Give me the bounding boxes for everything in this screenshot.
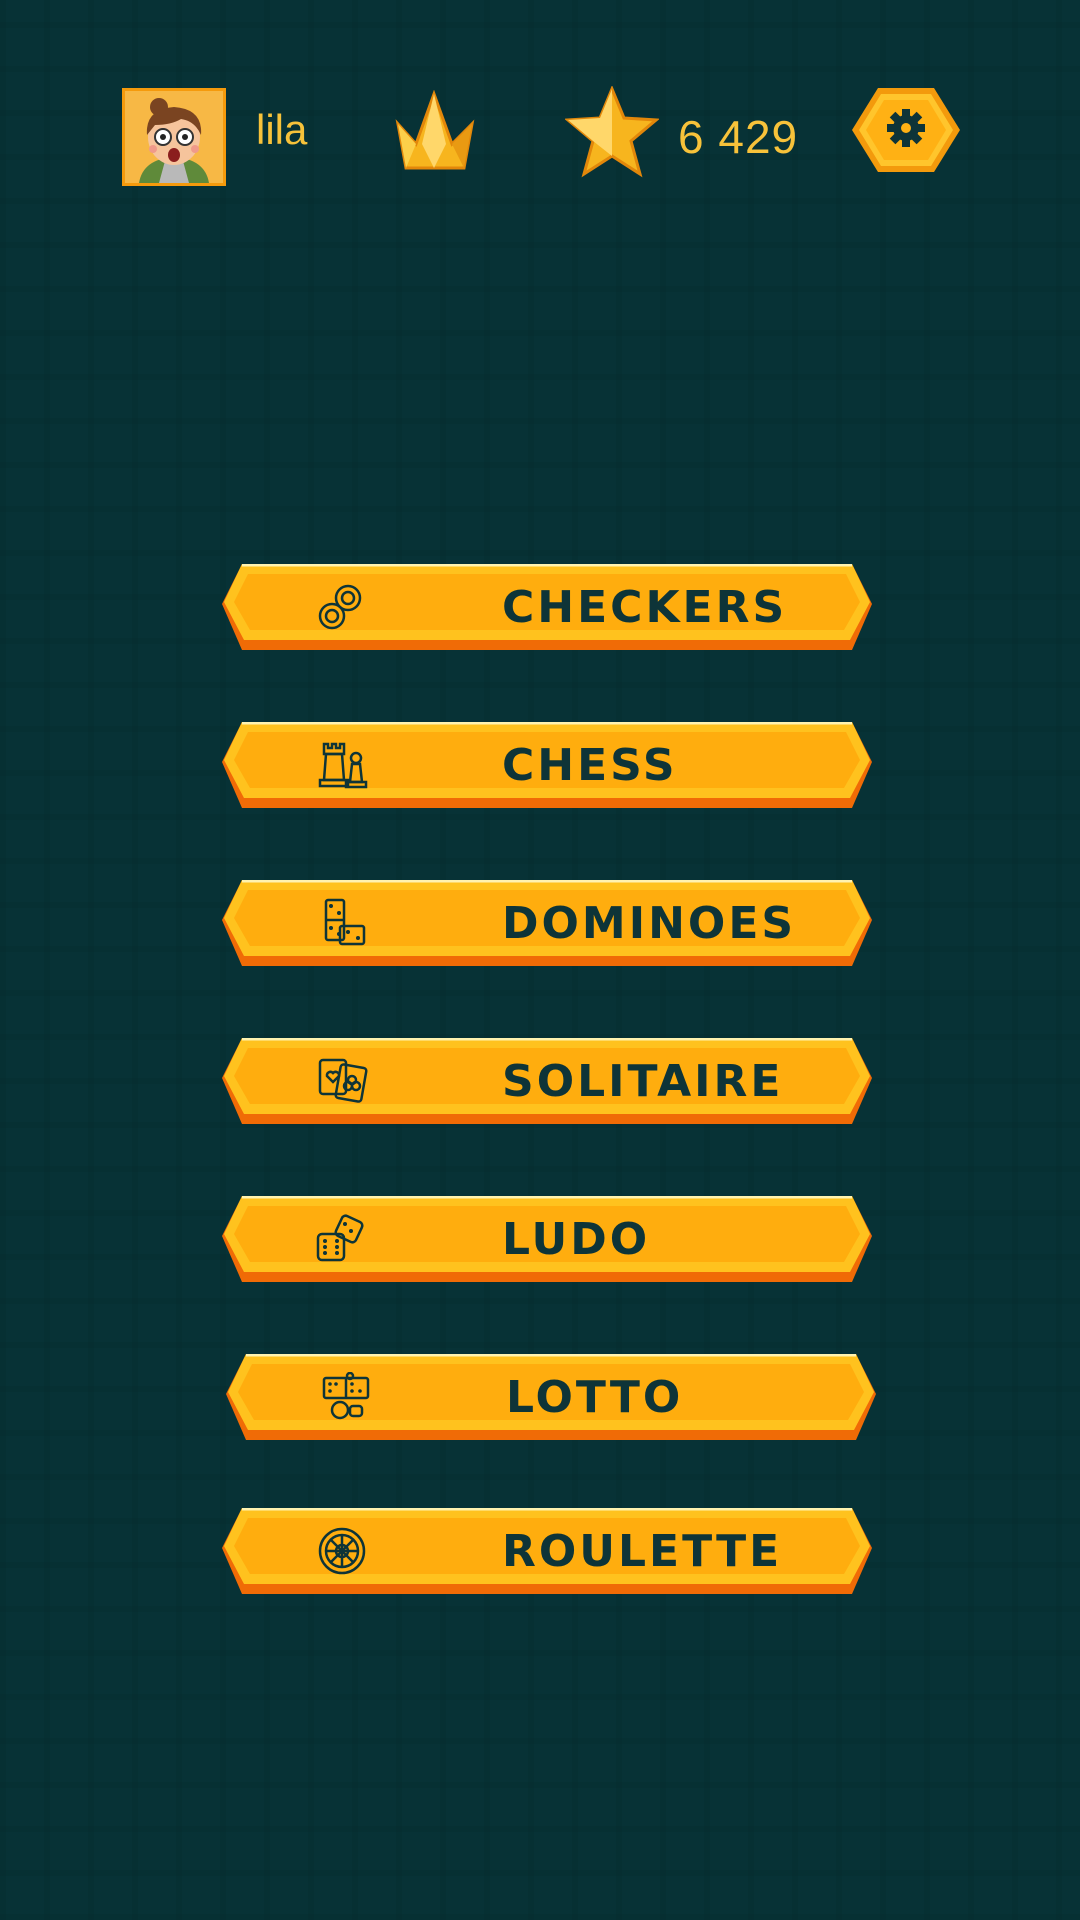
chess-icon	[318, 742, 368, 789]
game-label: ROULETTE	[502, 1526, 783, 1577]
roulette-icon	[318, 1527, 366, 1575]
game-button-chess[interactable]: CHESS	[222, 722, 872, 808]
game-label: DOMINOES	[502, 898, 797, 949]
checkers-icon	[318, 584, 362, 630]
game-label: SOLITAIRE	[502, 1056, 784, 1107]
dice-icon	[316, 1214, 364, 1262]
game-label: CHESS	[502, 740, 678, 791]
game-button-solitaire[interactable]: SOLITAIRE	[222, 1038, 872, 1124]
cards-icon	[318, 1058, 368, 1103]
game-button-lotto[interactable]: LOTTO	[226, 1354, 876, 1440]
game-label: LUDO	[502, 1214, 651, 1265]
game-label: LOTTO	[506, 1372, 684, 1423]
game-button-ludo[interactable]: LUDO	[222, 1196, 872, 1282]
game-button-dominoes[interactable]: DOMINOES	[222, 880, 872, 966]
game-button-checkers[interactable]: CHECKERS	[222, 564, 872, 650]
game-button-roulette[interactable]: ROULETTE	[222, 1508, 872, 1594]
lotto-icon	[322, 1372, 370, 1420]
game-label: CHECKERS	[502, 582, 788, 633]
games-menu: CHECKERS CHESS DOMINOES SOLITAIRE LUDO L…	[0, 0, 1080, 1920]
dominoes-icon	[324, 898, 366, 946]
